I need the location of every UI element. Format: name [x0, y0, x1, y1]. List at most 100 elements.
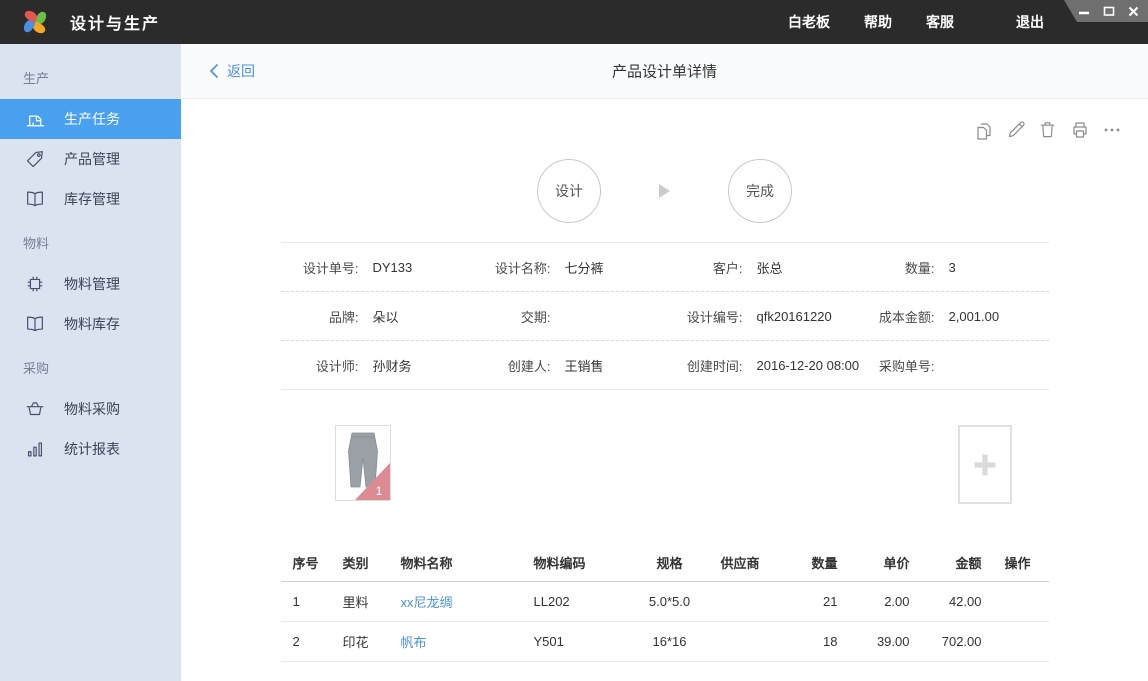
cell-supplier: [719, 581, 783, 621]
info-row: 品牌:朵以 交期: 设计编号:qfk20161220 成本金额:2,001.00: [281, 292, 1049, 341]
field-label: 成本金额:: [857, 307, 935, 326]
col-spec: 规格: [621, 544, 719, 581]
app-window: 设计与生产 白老板 帮助 客服 退出 生产: [0, 0, 1148, 681]
sidebar-item-material-management[interactable]: 物料管理: [0, 264, 181, 304]
copy-icon[interactable]: [973, 119, 994, 140]
materials-table: 序号 类别 物料名称 物料编码 规格 供应商 数量 单价 金额 操作: [281, 544, 1049, 662]
sidebar-section-materials: 物料: [0, 224, 181, 264]
sidebar-item-statistics-reports[interactable]: 统计报表: [0, 429, 181, 469]
cell-price: 2.00: [843, 581, 915, 621]
window-controls: [1064, 0, 1148, 22]
cell-amount: 42.00: [915, 581, 987, 621]
page-header: 返回 产品设计单详情: [181, 44, 1148, 99]
sidebar-item-material-inventory[interactable]: 物料库存: [0, 304, 181, 344]
sidebar: 生产 生产任务 产品管理 库存管理 物料: [0, 44, 181, 681]
page-title: 产品设计单详情: [612, 61, 717, 82]
sidebar-section-production: 生产: [0, 59, 181, 99]
table-row: 2 印花 帆布 Y501 16*16 18 39.00 702.00: [281, 621, 1049, 661]
sidebar-item-label: 物料管理: [64, 274, 120, 294]
designer: 孙财务: [373, 356, 412, 375]
print-icon[interactable]: [1069, 119, 1090, 140]
product-image-thumbnail[interactable]: 1: [335, 425, 391, 501]
edit-icon[interactable]: [1005, 119, 1026, 140]
bar-chart-icon: [23, 437, 47, 461]
sidebar-item-label: 物料库存: [64, 314, 120, 334]
support-link[interactable]: 客服: [926, 12, 954, 32]
delete-icon[interactable]: [1037, 119, 1058, 140]
info-row: 设计师:孙财务 创建人:王销售 创建时间:2016-12-20 08:00 采购…: [281, 341, 1049, 390]
sidebar-item-label: 物料采购: [64, 399, 120, 419]
workflow-step-design: 设计: [537, 159, 601, 223]
design-order-number: DY133: [373, 260, 413, 275]
cell-action: [987, 581, 1049, 621]
cell-category: 里料: [337, 581, 395, 621]
col-price: 单价: [843, 544, 915, 581]
col-amount: 金额: [915, 544, 987, 581]
workflow-step-complete: 完成: [728, 159, 792, 223]
sidebar-item-label: 生产任务: [64, 109, 120, 129]
sewing-machine-icon: [23, 107, 47, 131]
close-button[interactable]: [1127, 5, 1140, 18]
cell-category: 印花: [337, 621, 395, 661]
plus-icon: [964, 444, 1006, 486]
book-icon: [23, 187, 47, 211]
logout-link[interactable]: 退出: [1016, 12, 1044, 32]
cell-code: LL202: [529, 581, 621, 621]
basket-icon: [23, 397, 47, 421]
field-label: 设计名称:: [473, 258, 551, 277]
back-button[interactable]: 返回: [209, 61, 255, 81]
field-label: 品牌:: [281, 307, 359, 326]
sidebar-item-label: 库存管理: [64, 189, 120, 209]
sidebar-section-purchasing: 采购: [0, 349, 181, 389]
main-panel: 返回 产品设计单详情: [181, 44, 1148, 681]
cell-action: [987, 621, 1049, 661]
field-label: 设计编号:: [665, 307, 743, 326]
add-image-button[interactable]: [958, 425, 1012, 504]
badge-count: 1: [375, 484, 382, 498]
sidebar-item-production-tasks[interactable]: 生产任务: [0, 99, 181, 139]
back-label: 返回: [227, 61, 255, 81]
app-logo-icon: [20, 6, 50, 38]
cell-code: Y501: [529, 621, 621, 661]
customer: 张总: [757, 258, 783, 277]
workflow-status: 设计 完成: [181, 159, 1148, 223]
cell-seq: 2: [281, 621, 337, 661]
sidebar-item-inventory-management[interactable]: 库存管理: [0, 179, 181, 219]
cell-spec: 16*16: [621, 621, 719, 661]
cell-supplier: [719, 621, 783, 661]
toolbar: [973, 119, 1122, 140]
field-label: 采购单号:: [857, 356, 935, 375]
col-supplier: 供应商: [719, 544, 783, 581]
field-label: 创建时间:: [665, 356, 743, 375]
maximize-button[interactable]: [1102, 5, 1115, 18]
col-material-name: 物料名称: [395, 544, 529, 581]
create-time: 2016-12-20 08:00: [757, 358, 860, 373]
design-name: 七分裤: [565, 258, 604, 277]
sidebar-item-product-management[interactable]: 产品管理: [0, 139, 181, 179]
field-label: 客户:: [665, 258, 743, 277]
col-qty: 数量: [783, 544, 843, 581]
help-link[interactable]: 帮助: [864, 12, 892, 32]
material-name-link[interactable]: xx尼龙绸: [401, 595, 453, 610]
book-icon: [23, 312, 47, 336]
order-info: 设计单号:DY133 设计名称:七分裤 客户:张总 数量:3 品牌:朵以 交期:…: [281, 242, 1049, 390]
cell-qty: 21: [783, 581, 843, 621]
minimize-button[interactable]: [1077, 5, 1090, 18]
user-menu[interactable]: 白老板: [788, 12, 830, 32]
design-code: qfk20161220: [757, 309, 832, 324]
cell-spec: 5.0*5.0: [621, 581, 719, 621]
more-icon[interactable]: [1101, 119, 1122, 140]
arrow-right-icon: [659, 184, 670, 198]
material-name-link[interactable]: 帆布: [401, 635, 427, 650]
table-header-row: 序号 类别 物料名称 物料编码 规格 供应商 数量 单价 金额 操作: [281, 544, 1049, 581]
cell-seq: 1: [281, 581, 337, 621]
field-label: 设计师:: [281, 356, 359, 375]
quantity: 3: [949, 260, 956, 275]
tag-icon: [23, 147, 47, 171]
detail-content: 设计 完成 设计单号:DY133 设计名称:七分裤 客户:张总 数量:3: [181, 99, 1148, 681]
sidebar-item-material-purchasing[interactable]: 物料采购: [0, 389, 181, 429]
cell-qty: 18: [783, 621, 843, 661]
col-category: 类别: [337, 544, 395, 581]
col-seq: 序号: [281, 544, 337, 581]
app-title: 设计与生产: [70, 10, 160, 34]
